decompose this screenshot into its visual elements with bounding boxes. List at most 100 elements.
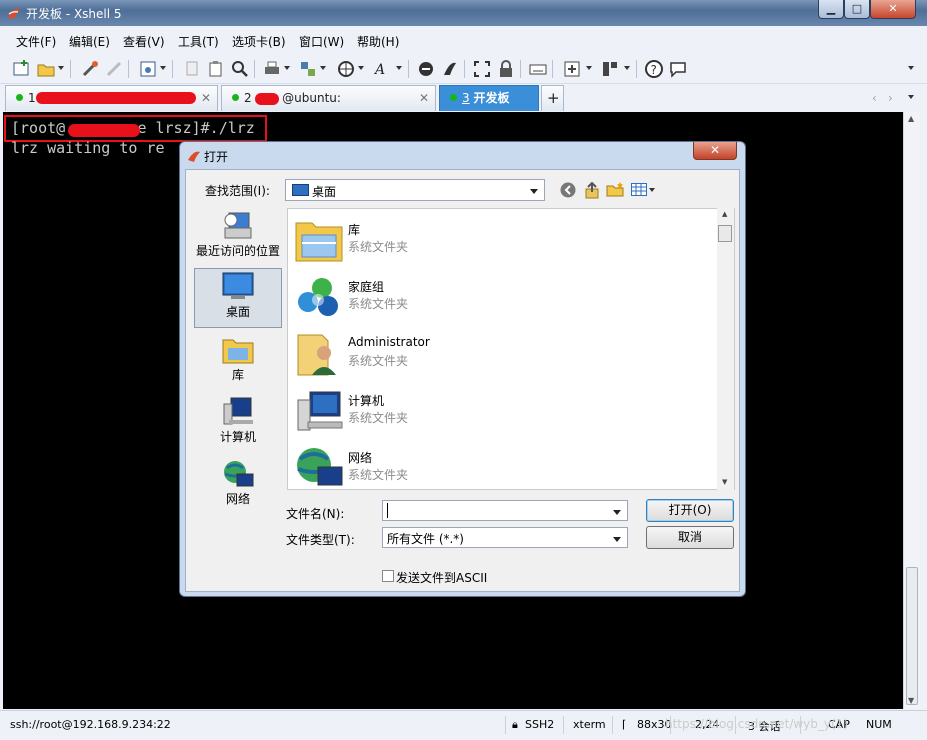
- chevron-down-icon[interactable]: [320, 66, 326, 70]
- tab-session-1[interactable]: 1 ✕: [5, 85, 218, 111]
- recent-places-icon: [224, 212, 252, 239]
- chevron-down-icon[interactable]: [908, 66, 914, 70]
- file-item-computer[interactable]: 计算机 系统文件夹: [292, 382, 712, 437]
- paste-icon[interactable]: [206, 59, 226, 79]
- filename-label: 文件名(N):: [286, 507, 345, 521]
- terminal-scrollbar[interactable]: ▲ ▼: [903, 112, 920, 709]
- add-tab-button[interactable]: +: [541, 85, 564, 111]
- place-recent[interactable]: 最近访问的位置: [194, 210, 282, 266]
- desktop-icon: [222, 272, 254, 299]
- tab-scroll-left-icon[interactable]: ‹: [872, 91, 877, 105]
- scroll-up-icon[interactable]: ▲: [722, 210, 727, 218]
- back-icon[interactable]: [560, 182, 576, 198]
- tab-session-3[interactable]: 3 开发板: [439, 85, 539, 111]
- open-button[interactable]: 打开(O): [646, 499, 734, 522]
- file-item-network[interactable]: 网络 系统文件夹: [292, 439, 712, 489]
- minimize-button[interactable]: ▁: [818, 0, 844, 19]
- place-network[interactable]: 网络: [194, 458, 282, 514]
- file-item-library[interactable]: 库 系统文件夹: [292, 211, 712, 266]
- chevron-down-icon[interactable]: [624, 66, 630, 70]
- font-icon[interactable]: A: [372, 59, 392, 79]
- title-bar: 开发板 - Xshell 5 ▁ □ ✕: [0, 0, 927, 26]
- place-desktop[interactable]: 桌面: [194, 268, 282, 328]
- cancel-button[interactable]: 取消: [646, 526, 734, 549]
- file-list-scrollbar[interactable]: ▲ ▼: [717, 208, 734, 490]
- size-icon: ⌈: [622, 718, 627, 731]
- file-item-homegroup[interactable]: 家庭组 系统文件夹: [292, 268, 712, 323]
- menu-help[interactable]: 帮助(H): [357, 33, 399, 50]
- help-icon[interactable]: ?: [644, 59, 664, 79]
- tab-scroll-right-icon[interactable]: ›: [888, 91, 893, 105]
- menu-view[interactable]: 查看(V): [123, 33, 165, 50]
- up-folder-icon[interactable]: [584, 181, 600, 199]
- globe-icon[interactable]: [336, 59, 356, 79]
- user-folder-icon: [297, 334, 336, 376]
- chevron-down-icon[interactable]: [396, 66, 402, 70]
- file-type: 系统文件夹: [348, 354, 409, 368]
- chevron-down-icon[interactable]: [358, 66, 364, 70]
- scroll-up-icon[interactable]: ▲: [908, 114, 914, 123]
- protocol-status: SSH2: [525, 718, 555, 731]
- place-computer[interactable]: 计算机: [194, 396, 282, 452]
- open-file-dialog: 打开 ✕ 查找范围(I): 桌面 最近访问的位置 桌面 库 计算机 网络 库 系…: [179, 141, 746, 597]
- menu-tabs[interactable]: 选项卡(B): [232, 33, 286, 50]
- menu-tools[interactable]: 工具(T): [178, 33, 219, 50]
- chevron-down-icon[interactable]: [908, 95, 914, 99]
- xftp-icon[interactable]: [416, 59, 436, 79]
- keyboard-icon[interactable]: [528, 59, 548, 79]
- view-menu-icon[interactable]: [631, 183, 647, 196]
- close-window-button[interactable]: ✕: [870, 0, 916, 19]
- lock-icon: 🔒︎: [512, 718, 518, 731]
- status-divider: [505, 716, 506, 734]
- status-divider: [563, 716, 564, 734]
- maximize-button[interactable]: □: [844, 0, 870, 19]
- disconnect-icon[interactable]: [104, 59, 124, 79]
- chevron-down-icon[interactable]: [649, 188, 655, 192]
- scroll-down-icon[interactable]: ▼: [722, 478, 727, 486]
- print-icon[interactable]: [262, 59, 282, 79]
- copy-icon[interactable]: [182, 59, 202, 79]
- connect-icon[interactable]: [80, 59, 100, 79]
- close-icon[interactable]: ✕: [201, 86, 211, 110]
- place-library[interactable]: 库: [194, 334, 282, 390]
- close-icon[interactable]: ✕: [419, 86, 429, 110]
- tab-number: 3: [462, 91, 470, 105]
- search-icon[interactable]: [230, 59, 250, 79]
- places-bar: 最近访问的位置 桌面 库 计算机 网络: [192, 208, 285, 564]
- menu-file[interactable]: 文件(F): [16, 33, 56, 50]
- new-folder-icon[interactable]: [606, 181, 624, 197]
- connected-status-icon: [232, 94, 239, 101]
- dialog-close-button[interactable]: ✕: [693, 142, 737, 160]
- transfer-icon[interactable]: [298, 59, 318, 79]
- scroll-down-icon[interactable]: ▼: [908, 696, 914, 705]
- filename-input[interactable]: [382, 500, 628, 521]
- menu-edit[interactable]: 编辑(E): [69, 33, 110, 50]
- layout-icon[interactable]: [600, 59, 620, 79]
- new-session-icon[interactable]: [12, 59, 32, 79]
- ascii-checkbox[interactable]: [382, 570, 394, 582]
- file-item-administrator[interactable]: Administrator 系统文件夹: [292, 325, 712, 380]
- filetype-select[interactable]: 所有文件 (*.*): [382, 527, 628, 548]
- fullscreen-icon[interactable]: [472, 59, 492, 79]
- chevron-down-icon[interactable]: [586, 66, 592, 70]
- chevron-down-icon[interactable]: [284, 66, 290, 70]
- chevron-down-icon[interactable]: [160, 66, 166, 70]
- add-icon[interactable]: [562, 59, 582, 79]
- file-list[interactable]: 库 系统文件夹 家庭组 系统文件夹 Administrator 系统文件夹 计算…: [287, 208, 735, 490]
- file-name: 家庭组: [348, 280, 385, 294]
- chat-icon[interactable]: [668, 59, 688, 79]
- open-folder-icon[interactable]: [36, 59, 56, 79]
- properties-icon[interactable]: [138, 59, 158, 79]
- svg-text:?: ?: [651, 63, 657, 77]
- terminal-type: xterm: [573, 718, 606, 731]
- lock-icon[interactable]: [496, 59, 516, 79]
- ascii-checkbox-label[interactable]: 发送文件到ASCII: [396, 569, 487, 586]
- menu-window[interactable]: 窗口(W): [299, 33, 344, 50]
- xmanager-icon[interactable]: [440, 59, 460, 79]
- text-cursor: [387, 503, 388, 518]
- chevron-down-icon[interactable]: [58, 66, 64, 70]
- tab-session-2[interactable]: 2 @ubuntu: ~/Develop/lrz... ✕: [221, 85, 436, 129]
- lookin-select[interactable]: 桌面: [285, 179, 545, 201]
- scrollbar-thumb[interactable]: [718, 225, 732, 242]
- scrollbar-thumb[interactable]: [906, 567, 918, 705]
